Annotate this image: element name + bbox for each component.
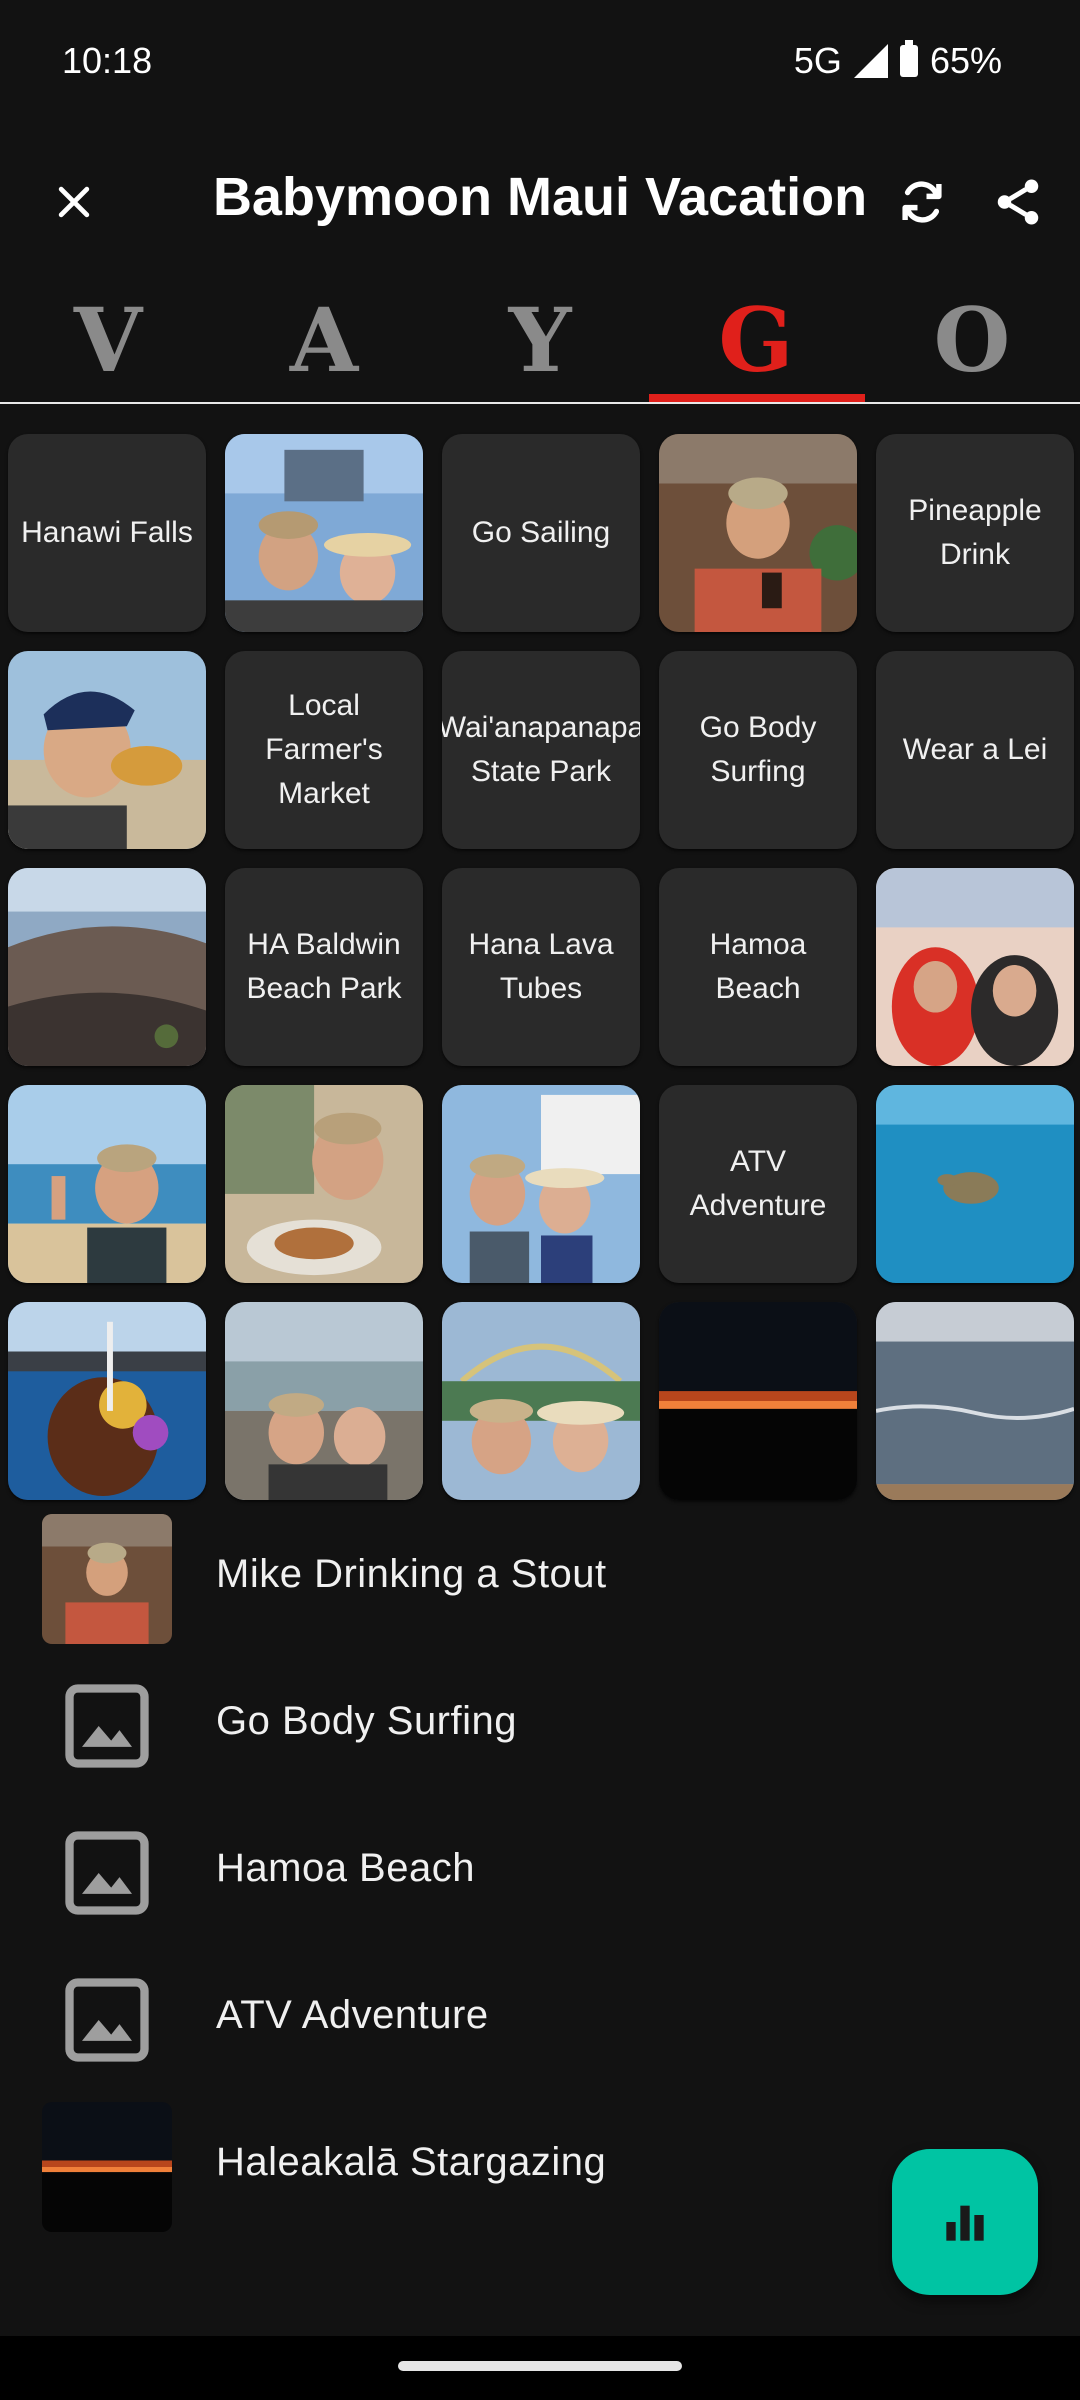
tab-y[interactable]: Y <box>432 278 648 402</box>
photo-couple-summit-sunset <box>876 868 1074 1066</box>
share-icon <box>997 179 1039 225</box>
grid-tile-photo[interactable] <box>442 1085 640 1283</box>
placeholder-image-icon <box>42 1808 172 1938</box>
list-thumbnail <box>42 1514 172 1644</box>
grid-tile-photo[interactable] <box>876 1085 1074 1283</box>
grid-tile[interactable]: Pineapple Drink <box>876 434 1074 632</box>
bar-chart-icon <box>946 2205 984 2241</box>
grid-tile[interactable]: Hana Lava Tubes <box>442 868 640 1066</box>
grid-tile[interactable]: Go Body Surfing <box>659 651 857 849</box>
placeholder-image-icon <box>42 1955 172 2085</box>
tab-g[interactable]: G <box>648 278 864 402</box>
sync-button[interactable] <box>890 170 954 234</box>
tab-v[interactable]: V <box>0 278 216 402</box>
grid-tile-photo[interactable] <box>876 868 1074 1066</box>
grid-tile[interactable]: Wear a Lei <box>876 651 1074 849</box>
grid-tile[interactable]: Local Farmer's Market <box>225 651 423 849</box>
grid-tile-photo[interactable] <box>225 1085 423 1283</box>
list-item-label: Haleakalā Stargazing <box>216 2140 607 2184</box>
app-bar: Babymoon Maui Vacation <box>0 128 1080 278</box>
tab-indicator <box>649 394 865 402</box>
grid-tile-photo[interactable] <box>8 868 206 1066</box>
grid-tile[interactable]: HA Baldwin Beach Park <box>225 868 423 1066</box>
grid-tile[interactable]: Hanawi Falls <box>8 434 206 632</box>
grid-tile-photo[interactable] <box>659 1302 857 1500</box>
network-label: 5G <box>793 40 842 81</box>
photo-volcano-crater <box>8 868 206 1066</box>
photo-ocean-waves <box>876 1302 1074 1500</box>
grid-tile[interactable]: Wai'anapanapa State Park <box>442 651 640 849</box>
grid-tile-photo[interactable] <box>659 434 857 632</box>
photo-man-beach-shore <box>8 1085 206 1283</box>
grid-tile[interactable]: ATV Adventure <box>659 1085 857 1283</box>
photo-man-eating-taco <box>8 651 206 849</box>
grid-tile[interactable]: Go Sailing <box>442 434 640 632</box>
list-item-label: Hamoa Beach <box>216 1846 475 1890</box>
list-item-label: Go Body Surfing <box>216 1699 517 1743</box>
grid-tile-photo[interactable] <box>8 1085 206 1283</box>
status-icons: 5G 65% <box>794 40 1002 82</box>
grid-tile-photo[interactable] <box>876 1302 1074 1500</box>
signal-icon <box>853 44 888 78</box>
placeholder-image-icon <box>42 1661 172 1791</box>
photo-couple-rainbow <box>442 1302 640 1500</box>
grid-tile-photo[interactable] <box>225 434 423 632</box>
photo-couple-calypso-boat <box>442 1085 640 1283</box>
list-item[interactable]: Go Body Surfing <box>0 1651 1080 1798</box>
photo-turtle-underwater <box>876 1085 1074 1283</box>
photo-selfie-couple-mall <box>225 434 423 632</box>
grid-tile-photo[interactable] <box>225 1302 423 1500</box>
photo-couple-rocky-beach <box>225 1302 423 1500</box>
status-bar: 10:18 5G 65% <box>0 0 1080 128</box>
battery-icon <box>899 40 918 77</box>
photo-man-with-beer <box>659 434 857 632</box>
list-item-label: ATV Adventure <box>216 1993 489 2037</box>
tab-a[interactable]: A <box>216 278 432 402</box>
photo-man-eating-dinner <box>225 1085 423 1283</box>
grid-tile-photo[interactable] <box>8 651 206 849</box>
grid-tile[interactable]: Hamoa Beach <box>659 868 857 1066</box>
photo-tropical-drink-harbor <box>8 1302 206 1500</box>
grid-tile-photo[interactable] <box>8 1302 206 1500</box>
share-button[interactable] <box>986 170 1050 234</box>
sync-icon <box>902 181 942 223</box>
tab-o[interactable]: O <box>864 278 1080 402</box>
photo-stargazing-horizon <box>659 1302 857 1500</box>
list-thumbnail <box>42 2102 172 2232</box>
stats-fab-button[interactable] <box>892 2149 1038 2295</box>
grid-tile-photo[interactable] <box>442 1302 640 1500</box>
tab-bar: V A Y G O <box>0 278 1080 404</box>
status-time: 10:18 <box>62 40 153 81</box>
home-gesture-handle[interactable] <box>398 2361 682 2371</box>
list-item[interactable]: Mike Drinking a Stout <box>0 1504 1080 1651</box>
battery-percent: 65% <box>929 40 1002 81</box>
list-item-label: Mike Drinking a Stout <box>216 1552 607 1596</box>
list-item[interactable]: Hamoa Beach <box>0 1798 1080 1945</box>
list-item[interactable]: ATV Adventure <box>0 1945 1080 2092</box>
